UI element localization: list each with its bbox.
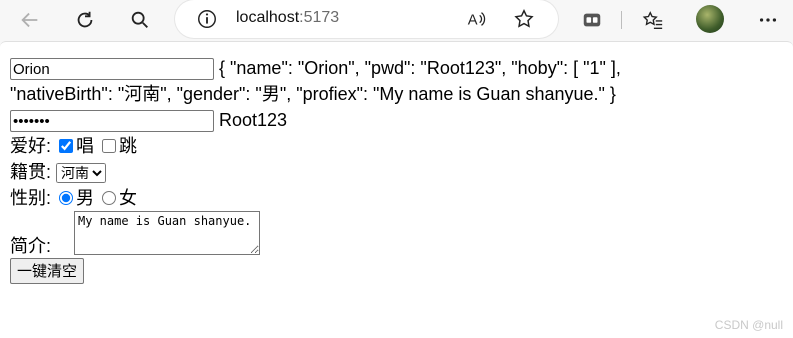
password-row: Root123 <box>10 107 621 133</box>
intro-textarea[interactable]: My name is Guan shanyue. <box>74 211 260 255</box>
hobby-sing-label: 唱 <box>76 136 95 156</box>
password-input[interactable] <box>10 110 214 133</box>
hobby-jump-checkbox[interactable] <box>102 139 117 153</box>
hobby-label: 爱好: <box>10 136 52 156</box>
gender-male-radio[interactable] <box>59 191 74 205</box>
refresh-icon[interactable] <box>71 6 99 34</box>
intro-label: 简介: <box>10 236 52 256</box>
gender-female-label: 女 <box>119 188 138 208</box>
native-select[interactable]: 河南 <box>56 163 107 184</box>
name-row: { "name": "Orion", "pwd": "Root123", "ho… <box>10 55 621 81</box>
password-echo: Root123 <box>219 110 288 130</box>
profile-avatar[interactable] <box>696 5 724 33</box>
hobby-jump-label: 跳 <box>119 136 138 156</box>
url-text: localhost:5173 <box>236 9 339 27</box>
extension-icon[interactable] <box>578 6 606 34</box>
intro-row: 简介: My name is Guan shanyue. <box>10 211 621 259</box>
json-output-line2: "nativeBirth": "河南", "gender": "男", "pro… <box>10 84 616 104</box>
address-bar[interactable]: localhost:5173 A <box>175 0 558 38</box>
toolbar-separator <box>621 11 622 29</box>
browser-toolbar: localhost:5173 A <box>0 0 793 40</box>
more-menu-icon[interactable] <box>754 6 782 34</box>
info-icon[interactable] <box>193 5 221 33</box>
url-port: :5173 <box>299 9 340 26</box>
gender-label: 性别: <box>10 188 52 208</box>
hobby-sing-checkbox[interactable] <box>59 139 74 153</box>
gender-male-label: 男 <box>76 188 95 208</box>
gender-female-radio[interactable] <box>102 191 117 205</box>
favorite-star-icon[interactable] <box>510 5 538 33</box>
json-output-line1: { "name": "Orion", "pwd": "Root123", "ho… <box>219 58 621 78</box>
clear-all-button[interactable]: 一键清空 <box>10 257 85 284</box>
read-aloud-icon[interactable]: A <box>462 5 490 33</box>
hobby-row: 爱好: 唱 跳 <box>10 133 621 159</box>
native-label: 籍贯: <box>10 162 52 182</box>
clear-row: 一键清空 <box>10 257 621 284</box>
search-icon[interactable] <box>126 6 154 34</box>
name-input[interactable] <box>10 58 214 81</box>
native-row: 籍贯: 河南 <box>10 159 621 185</box>
url-host: localhost <box>236 9 300 26</box>
svg-text:A: A <box>468 13 478 29</box>
page-content: { "name": "Orion", "pwd": "Root123", "ho… <box>0 41 793 338</box>
form-area: { "name": "Orion", "pwd": "Root123", "ho… <box>10 55 621 284</box>
gender-row: 性别: 男 女 <box>10 185 621 211</box>
back-arrow-icon[interactable] <box>16 6 44 34</box>
watermark: CSDN @null <box>714 318 783 332</box>
favorites-icon[interactable] <box>639 6 667 34</box>
